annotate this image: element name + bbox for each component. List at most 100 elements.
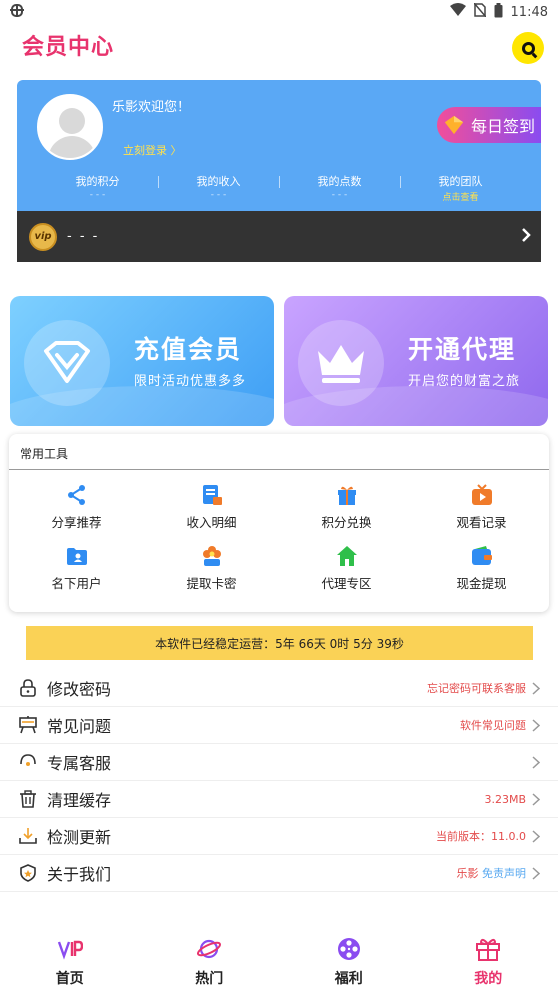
stat-value: - - - <box>89 190 106 200</box>
login-link[interactable]: 立刻登录 〉 <box>123 142 182 158</box>
stat-team[interactable]: 我的团队 点击查看 <box>400 173 521 203</box>
stat-label: 我的团队 <box>438 175 483 188</box>
menu-change-password[interactable]: 修改密码 忘记密码可联系客服 <box>0 670 558 707</box>
chevron-right-icon <box>532 867 540 880</box>
vip-status-text: - - - <box>67 229 100 244</box>
promo-subtitle: 限时活动优惠多多 <box>134 374 247 389</box>
disclaimer-link[interactable]: 免责声明 <box>482 867 526 880</box>
open-agent-banner[interactable]: 开通代理 开启您的财富之旅 <box>284 296 548 426</box>
menu-hint: 软件常见问题 <box>460 719 526 732</box>
flower-icon <box>202 546 221 566</box>
tool-cash-withdraw[interactable]: 现金提现 <box>414 545 549 592</box>
tool-label: 收入明细 <box>186 515 237 530</box>
stat-label: 我的积分 <box>75 175 120 188</box>
chevron-right-icon <box>532 756 540 769</box>
header: 会员中心 <box>0 24 558 70</box>
menu-label: 修改密码 <box>47 680 112 699</box>
bug-icon <box>8 2 26 22</box>
menu-hint: 乐影 免责声明 <box>457 865 527 881</box>
stats-row: 我的积分 - - - 我的收入 - - - 我的点数 - - - 我的团队 点击… <box>37 173 521 203</box>
tools-panel: 常用工具 分享推荐 收入明细 积分兑换 观看记录 名下用户 提取卡密 代理专区 … <box>9 434 549 612</box>
chevron-right-icon <box>522 228 531 242</box>
headset-icon <box>20 754 36 766</box>
menu-check-update[interactable]: 检测更新 当前版本：11.0.0 <box>0 818 558 855</box>
menu-clear-cache[interactable]: 清理缓存 3.23MB <box>0 781 558 818</box>
stat-credits[interactable]: 我的点数 - - - <box>279 173 400 203</box>
trash-icon <box>20 790 36 808</box>
crown-icon <box>298 320 384 406</box>
tool-label: 名下用户 <box>51 576 102 591</box>
tool-label: 代理专区 <box>321 576 372 591</box>
gift-icon <box>476 938 501 961</box>
menu-customer-service[interactable]: 专属客服 <box>0 744 558 781</box>
tool-share[interactable]: 分享推荐 <box>9 484 144 531</box>
gem-icon <box>444 115 464 135</box>
stat-value: - - - <box>331 190 348 200</box>
share-icon <box>67 485 85 505</box>
stat-label: 我的收入 <box>196 175 241 188</box>
tools-title: 常用工具 <box>20 447 69 461</box>
vip-bar[interactable]: vip - - - <box>17 211 541 262</box>
chevron-right-icon <box>532 793 540 806</box>
tab-home[interactable]: 首页 <box>0 936 140 992</box>
tool-agent-zone[interactable]: 代理专区 <box>279 545 414 592</box>
play-tv-icon <box>471 484 492 505</box>
home-icon <box>336 546 357 566</box>
menu-label: 专属客服 <box>47 754 112 773</box>
tool-label: 分享推荐 <box>51 515 102 530</box>
lock-icon <box>20 679 36 697</box>
tool-label: 提取卡密 <box>186 576 237 591</box>
tab-mine[interactable]: 我的 <box>419 936 558 992</box>
stat-points[interactable]: 我的积分 - - - <box>37 173 158 203</box>
tab-label: 首页 <box>55 971 84 987</box>
tool-watch-history[interactable]: 观看记录 <box>414 484 549 531</box>
menu-hint: 当前版本：11.0.0 <box>436 830 526 843</box>
menu-hint: 忘记密码可联系客服 <box>427 682 526 695</box>
app-logo-icon[interactable] <box>512 32 544 64</box>
daily-signin-button[interactable]: 每日签到 <box>437 107 541 143</box>
tool-income-detail[interactable]: 收入明细 <box>144 484 279 531</box>
tool-label: 积分兑换 <box>321 515 372 530</box>
no-sim-icon <box>472 2 487 21</box>
tool-label: 观看记录 <box>456 515 507 530</box>
tab-welfare[interactable]: 福利 <box>279 936 419 992</box>
menu-label: 清理缓存 <box>47 791 112 810</box>
divider <box>9 469 549 470</box>
tab-hot[interactable]: 热门 <box>140 936 280 992</box>
about-brand: 乐影 <box>456 867 479 880</box>
bottom-tab-bar: 首页 热门 福利 我的 <box>0 936 558 992</box>
stat-income[interactable]: 我的收入 - - - <box>158 173 279 203</box>
receipt-icon <box>202 485 222 505</box>
vip-logo-icon <box>57 940 83 960</box>
planet-icon <box>197 939 222 959</box>
tool-my-users[interactable]: 名下用户 <box>9 545 144 592</box>
tab-label: 热门 <box>195 971 224 987</box>
stat-value: - - - <box>210 190 227 200</box>
tool-extract-card[interactable]: 提取卡密 <box>144 545 279 592</box>
status-time: 11:48 <box>510 4 548 20</box>
menu-hint: 3.23MB <box>484 792 526 806</box>
film-reel-icon <box>337 938 360 960</box>
menu-faq[interactable]: 常见问题 软件常见问题 <box>0 707 558 744</box>
tool-points-exchange[interactable]: 积分兑换 <box>279 484 414 531</box>
gift-box-icon <box>337 486 356 505</box>
avatar[interactable] <box>37 94 103 160</box>
promo-title: 开通代理 <box>408 335 517 364</box>
profile-card: 乐影欢迎您！ 立刻登录 〉 每日签到 我的积分 - - - 我的收入 - - -… <box>17 80 541 262</box>
tab-label: 福利 <box>334 971 363 987</box>
signin-label: 每日签到 <box>471 117 536 136</box>
shield-icon <box>20 864 36 882</box>
vip-badge-icon: vip <box>29 222 57 251</box>
download-icon <box>19 828 37 844</box>
menu-label: 关于我们 <box>47 865 112 884</box>
settings-menu: 修改密码 忘记密码可联系客服 常见问题 软件常见问题 专属客服 清理缓存 3.2… <box>0 670 558 892</box>
tab-label: 我的 <box>474 971 503 987</box>
status-bar: 11:48 <box>0 0 558 24</box>
diamond-v-icon <box>24 320 110 406</box>
board-icon <box>19 716 37 734</box>
tool-label: 现金提现 <box>456 576 507 591</box>
menu-label: 常见问题 <box>47 717 112 736</box>
user-folder-icon <box>66 548 87 565</box>
menu-about-us[interactable]: 关于我们 乐影 免责声明 <box>0 855 558 892</box>
recharge-vip-banner[interactable]: 充值会员 限时活动优惠多多 <box>10 296 274 426</box>
